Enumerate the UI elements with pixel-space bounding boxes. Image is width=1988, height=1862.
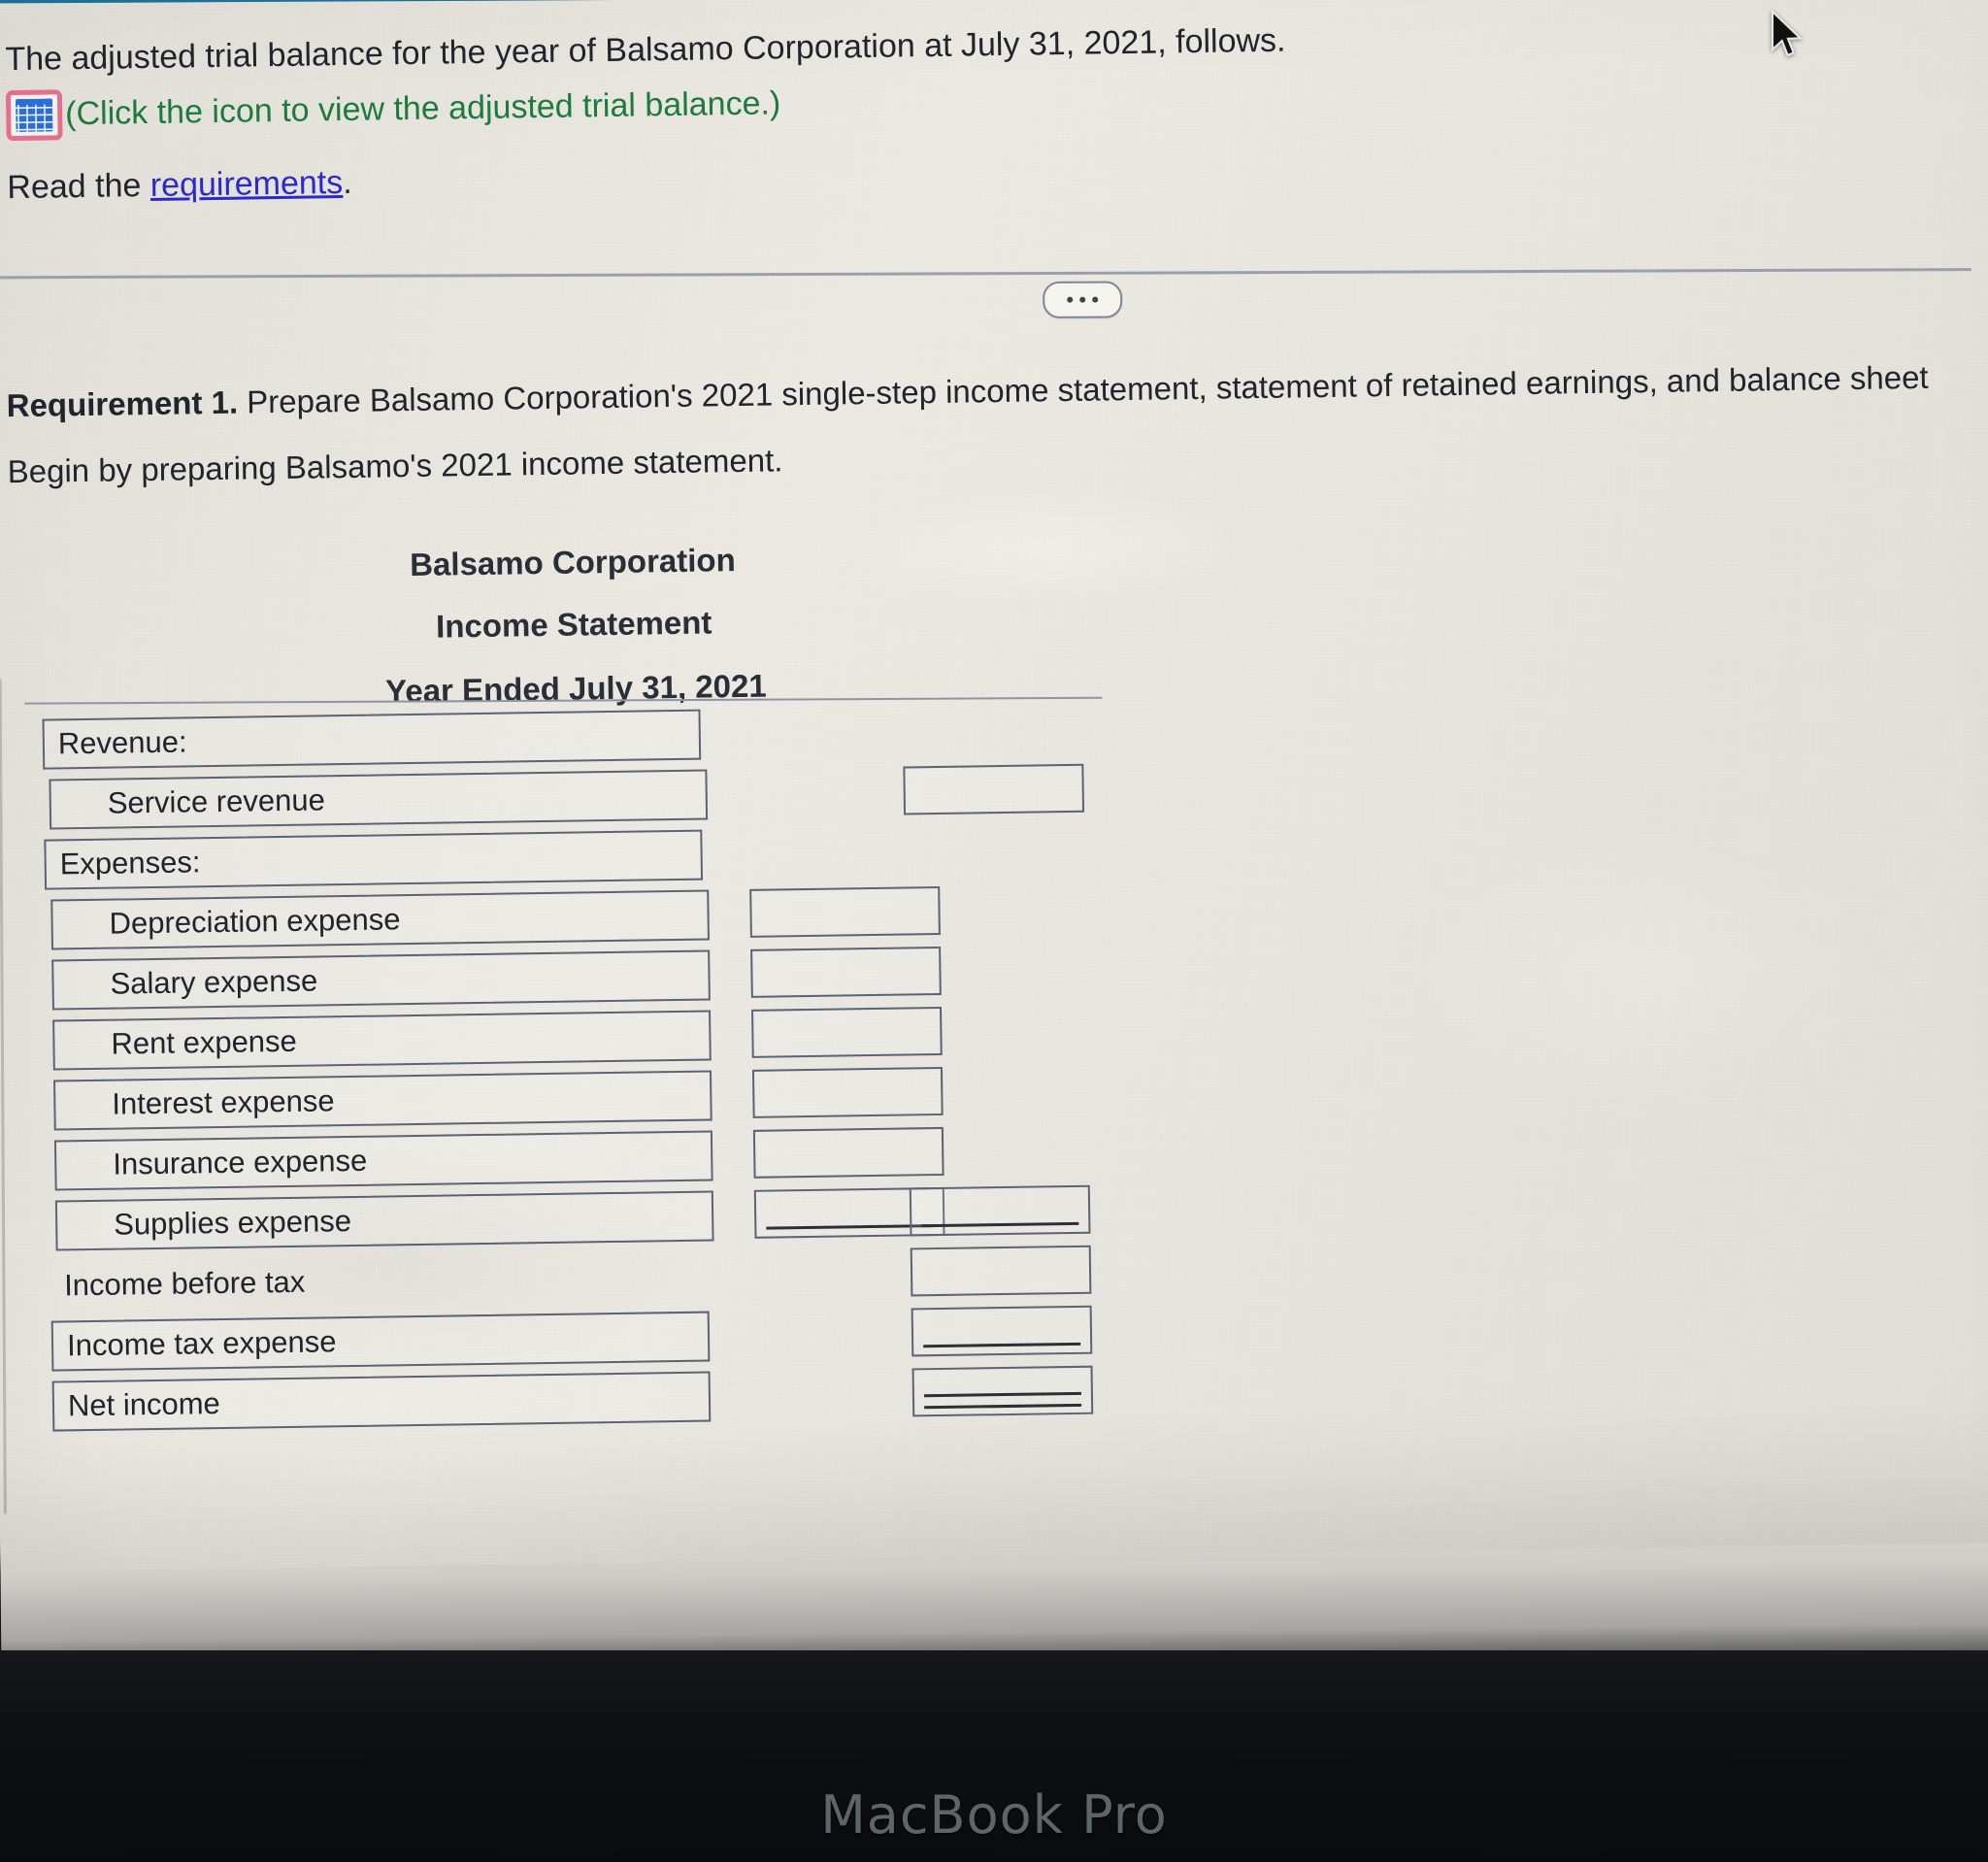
amount-input-column-1[interactable] — [749, 885, 941, 938]
laptop-photo: MacBook Pro The adjusted trial balance f… — [0, 0, 1988, 1862]
section-divider — [0, 268, 1971, 280]
account-name-value: Income tax expense — [66, 1324, 337, 1363]
statement-title: Income Statement — [435, 604, 712, 645]
screen-glare — [839, 485, 1248, 609]
amount-input-column-2[interactable] — [903, 763, 1085, 815]
account-name-input[interactable]: Depreciation expense — [50, 889, 710, 950]
requirement-body: Prepare Balsamo Corporation's 2021 singl… — [237, 358, 1929, 420]
account-name-input[interactable]: Insurance expense — [53, 1130, 713, 1191]
ellipsis-dot — [1092, 296, 1099, 303]
statement-period: Year Ended July 31, 2021 — [384, 667, 767, 710]
account-name-input[interactable]: Revenue: — [42, 709, 702, 770]
account-name-input[interactable]: Income tax expense — [50, 1311, 711, 1372]
account-name-input[interactable]: Rent expense — [52, 1010, 712, 1071]
account-name-value: Depreciation expense — [109, 902, 401, 941]
amount-input-column-1[interactable] — [752, 1126, 944, 1179]
requirements-link[interactable]: requirements — [150, 164, 344, 204]
screen-bottom-shade — [0, 1396, 1988, 1573]
account-name-label: Income before tax — [63, 1264, 306, 1303]
account-name-input[interactable]: Service revenue — [49, 769, 709, 830]
amount-input-column-1[interactable] — [750, 946, 942, 998]
mouse-cursor-icon — [1771, 10, 1803, 57]
amount-input-column-2[interactable] — [911, 1365, 1094, 1417]
read-suffix: . — [342, 163, 352, 201]
prompt-icon-hint: (Click the icon to view the adjusted tri… — [64, 84, 781, 133]
problem-prompt: The adjusted trial balance for the year … — [5, 10, 1929, 210]
ellipsis-dot — [1079, 296, 1086, 303]
amount-input-column-2[interactable] — [910, 1245, 1092, 1297]
amount-input-column-1[interactable] — [751, 1066, 944, 1118]
account-name-value: Revenue: — [57, 724, 187, 761]
account-name-value: Salary expense — [110, 963, 318, 1001]
ellipsis-dot — [1067, 296, 1074, 303]
account-name-value: Service revenue — [107, 782, 326, 820]
screen-glare — [1397, 825, 1906, 1124]
income-statement-form: Revenue: Service revenue Expenses: Deprecia… — [27, 702, 1183, 1441]
amount-input-column-2[interactable] — [911, 1305, 1093, 1357]
account-name-value: Interest expense — [112, 1083, 335, 1121]
app-header-bar — [0, 0, 1988, 4]
account-name-input[interactable]: Salary expense — [51, 949, 711, 1011]
requirement-text: Requirement 1. Prepare Balsamo Corporati… — [6, 358, 1988, 425]
read-requirements-line: Read the requirements. — [7, 138, 1929, 210]
account-name-input[interactable]: Expenses: — [44, 829, 704, 890]
requirement-label: Requirement 1. — [6, 383, 239, 424]
more-options-ellipsis-button[interactable] — [1043, 281, 1123, 318]
statement-company-name: Balsamo Corporation — [409, 542, 736, 583]
account-name-value: Expenses: — [59, 845, 201, 881]
account-name-input[interactable]: Interest expense — [53, 1070, 712, 1131]
grid-icon-glyph — [16, 98, 53, 132]
account-name-value: Supplies expense — [113, 1203, 352, 1242]
panel-left-edge — [0, 679, 7, 1514]
begin-instruction: Begin by preparing Balsamo's 2021 income… — [7, 442, 783, 490]
macbook-pro-brand-label: MacBook Pro — [820, 1784, 1168, 1845]
read-prefix: Read the — [7, 166, 151, 207]
amount-input-column-2[interactable] — [909, 1184, 1091, 1237]
screen-content: The adjusted trial balance for the year … — [0, 0, 1988, 1573]
account-name-input[interactable]: Supplies expense — [54, 1190, 714, 1251]
account-name-value: Net income — [67, 1386, 221, 1423]
trial-balance-grid-icon[interactable] — [5, 89, 63, 142]
account-name-value: Insurance expense — [113, 1143, 368, 1181]
amount-input-column-1[interactable] — [751, 1006, 943, 1058]
account-name-value: Rent expense — [111, 1023, 298, 1061]
